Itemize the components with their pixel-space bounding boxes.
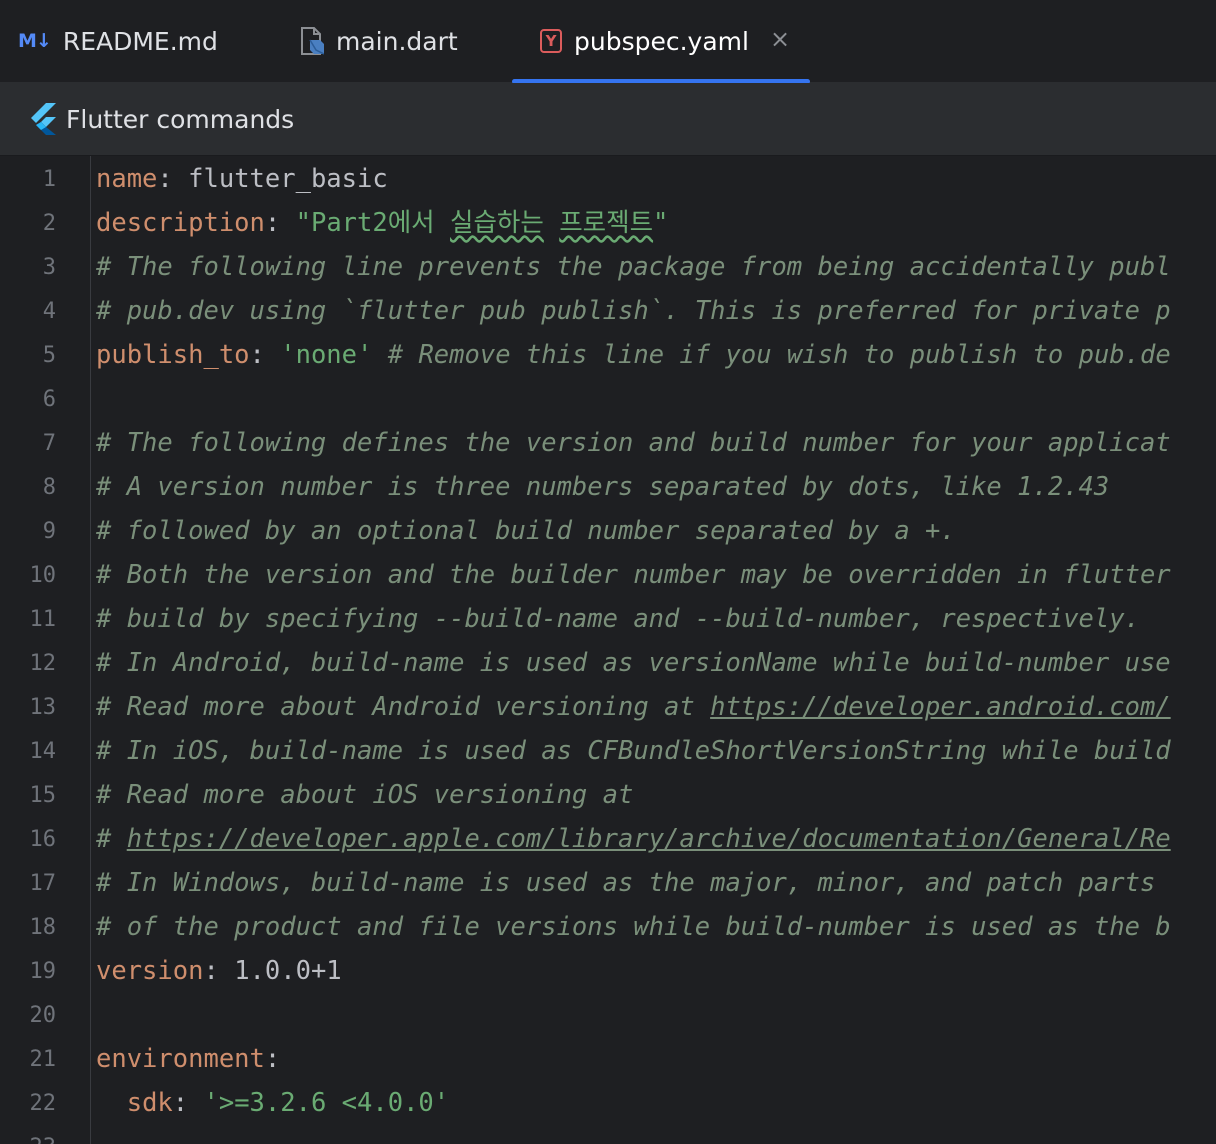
tab-main-dart[interactable]: main.dart — [300, 0, 458, 82]
code-line-14: # In iOS, build-name is used as CFBundle… — [96, 736, 1171, 766]
yaml-comment: # Remove this line if you wish to publis… — [387, 340, 1171, 370]
code-line-7: # The following defines the version and … — [96, 428, 1171, 458]
code-line-11: # build by specifying --build-name and -… — [96, 604, 1140, 634]
code-editor[interactable]: 1 2 3 4 5 6 7 8 9 10 11 12 13 14 15 16 1… — [0, 156, 1216, 1144]
code-line-5: publish_to: 'none' # Remove this line if… — [96, 340, 1171, 370]
line-number: 8 — [42, 475, 56, 500]
line-number: 9 — [42, 519, 56, 544]
line-number: 1 — [42, 167, 56, 192]
line-number: 13 — [29, 695, 57, 720]
yaml-string: '>=3.2.6 <4.0.0' — [203, 1088, 450, 1118]
line-number: 2 — [42, 211, 56, 236]
line-number: 19 — [29, 959, 57, 984]
code-line-15: # Read more about iOS versioning at — [96, 780, 634, 810]
tab-readme-label: README.md — [62, 26, 218, 56]
code-line-22: sdk: '>=3.2.6 <4.0.0' — [126, 1088, 450, 1118]
flutter-commands-link[interactable]: Flutter commands — [66, 105, 294, 134]
yaml-value: flutter_basic — [188, 164, 388, 194]
yaml-key: name — [96, 164, 158, 194]
markdown-icon: M↓ — [18, 30, 52, 52]
tab-pubspec-label: pubspec.yaml — [574, 26, 749, 56]
code-line-12: # In Android, build-name is used as vers… — [96, 648, 1171, 678]
line-number: 16 — [29, 827, 57, 852]
line-number: 14 — [29, 739, 57, 764]
code-line-21: environment: — [96, 1044, 281, 1074]
line-number: 21 — [29, 1047, 57, 1072]
code-line-8: # A version number is three numbers sepa… — [96, 472, 1110, 502]
spelling-warning: 실습하는 — [450, 208, 544, 238]
line-number: 10 — [29, 563, 57, 588]
tab-pubspec-yaml[interactable]: Y pubspec.yaml × — [512, 0, 810, 84]
editor-tab-bar: M↓ README.md main.dart Y pubspec.yaml × — [0, 0, 1216, 84]
yaml-key: publish_to — [96, 340, 250, 370]
line-number: 20 — [29, 1003, 57, 1028]
code-line-9: # followed by an optional build number s… — [96, 516, 956, 546]
line-number: 7 — [42, 431, 56, 456]
code-line-2: description: "Part2에서 실습하는 프로젝트" — [96, 208, 669, 238]
line-number: 6 — [42, 387, 56, 412]
line-number-gutter: 1 2 3 4 5 6 7 8 9 10 11 12 13 14 15 16 1… — [0, 156, 91, 1144]
code-line-16: # https://developer.apple.com/library/ar… — [96, 824, 1171, 854]
yaml-icon: Y — [540, 29, 562, 53]
code-line-19: version: 1.0.0+1 — [96, 956, 342, 986]
yaml-string: "Part2에서 — [295, 208, 450, 238]
tab-readme[interactable]: M↓ README.md — [18, 0, 218, 82]
line-number: 17 — [29, 871, 57, 896]
code-line-18: # of the product and file versions while… — [96, 912, 1171, 942]
flutter-commands-bar: Flutter commands — [0, 83, 1216, 156]
line-number: 11 — [29, 607, 57, 632]
line-number: 5 — [42, 343, 56, 368]
line-number: 12 — [29, 651, 57, 676]
code-line-1: name: flutter_basic — [96, 164, 388, 194]
flutter-icon — [30, 103, 56, 135]
close-tab-icon[interactable]: × — [768, 27, 792, 51]
tab-main-dart-label: main.dart — [336, 26, 458, 56]
code-line-4: # pub.dev using `flutter pub publish`. T… — [96, 296, 1171, 326]
android-versioning-link[interactable]: https://developer.android.com/ — [710, 692, 1171, 722]
yaml-value: 1.0.0+1 — [234, 956, 342, 986]
line-number: 23 — [0, 1126, 57, 1144]
yaml-key: sdk — [126, 1088, 173, 1118]
line-number: 3 — [42, 255, 56, 280]
line-number: 15 — [29, 783, 57, 808]
code-line-10: # Both the version and the builder numbe… — [96, 560, 1171, 590]
yaml-key: version — [96, 956, 204, 986]
line-number: 22 — [29, 1091, 57, 1116]
yaml-key: description — [96, 208, 265, 238]
yaml-key: environment — [96, 1044, 265, 1074]
line-number: 18 — [29, 915, 57, 940]
spelling-warning: 프로젝트 — [559, 208, 654, 238]
dart-file-icon — [300, 26, 324, 56]
code-line-13: # Read more about Android versioning at … — [96, 692, 1171, 722]
line-number: 4 — [42, 299, 56, 324]
yaml-string: 'none' — [280, 340, 373, 370]
code-line-17: # In Windows, build-name is used as the … — [96, 868, 1156, 898]
ios-versioning-link[interactable]: https://developer.apple.com/library/arch… — [127, 824, 1171, 854]
code-line-3: # The following line prevents the packag… — [96, 252, 1171, 282]
